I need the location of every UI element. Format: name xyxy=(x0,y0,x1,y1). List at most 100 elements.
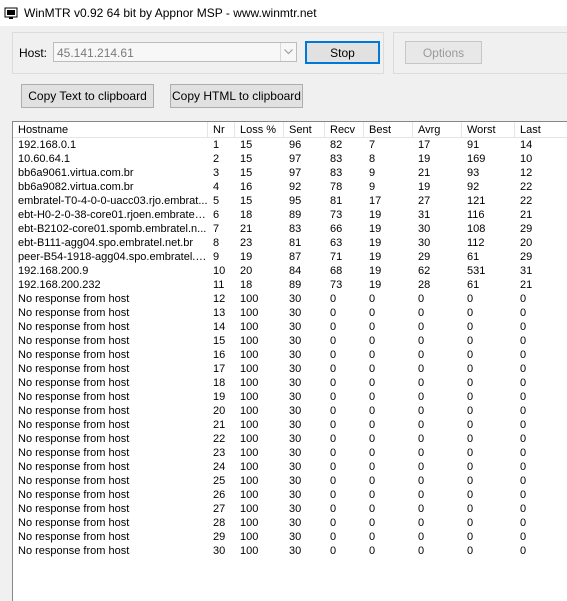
cell-worst: 61 xyxy=(467,279,480,291)
cell-sent: 30 xyxy=(289,419,302,431)
cell-best: 0 xyxy=(369,475,376,487)
table-row[interactable]: No response from host 19 100 30 0 0 0 0 0 xyxy=(13,390,567,404)
cell-hostname: No response from host xyxy=(18,349,130,361)
cell-nr: 25 xyxy=(213,475,226,487)
cell-sent: 30 xyxy=(289,405,302,417)
hops-list[interactable]: Hostname Nr Loss % Sent Recv Best Avrg W… xyxy=(12,121,567,601)
chevron-down-icon[interactable] xyxy=(280,43,296,61)
cell-last: 0 xyxy=(520,545,527,557)
cell-recv: 0 xyxy=(330,321,337,333)
host-combobox[interactable]: 45.141.214.61 xyxy=(53,42,297,62)
cell-hostname: bb6a9061.virtua.com.br xyxy=(18,167,134,179)
table-row[interactable]: peer-B54-1918-agg04.spo.embratel.n... 9 19… xyxy=(13,250,567,264)
table-row[interactable]: No response from host 27 100 30 0 0 0 0 0 xyxy=(13,502,567,516)
cell-nr: 15 xyxy=(213,335,226,347)
table-row[interactable]: No response from host 23 100 30 0 0 0 0 0 xyxy=(13,446,567,460)
table-row[interactable]: No response from host 18 100 30 0 0 0 0 0 xyxy=(13,376,567,390)
table-row[interactable]: No response from host 17 100 30 0 0 0 0 0 xyxy=(13,362,567,376)
table-row[interactable]: No response from host 21 100 30 0 0 0 0 0 xyxy=(13,418,567,432)
table-row[interactable]: 192.168.200.232 11 18 89 73 19 28 61 21 xyxy=(13,278,567,292)
table-row[interactable]: No response from host 28 100 30 0 0 0 0 0 xyxy=(13,516,567,530)
table-row[interactable]: 192.168.200.9 10 20 84 68 19 62 531 31 xyxy=(13,264,567,278)
table-row[interactable]: No response from host 26 100 30 0 0 0 0 0 xyxy=(13,488,567,502)
cell-nr: 18 xyxy=(213,377,226,389)
table-row[interactable]: No response from host 30 100 30 0 0 0 0 0 xyxy=(13,544,567,558)
column-header-sent[interactable]: Sent xyxy=(284,122,325,138)
table-row[interactable]: No response from host 12 100 30 0 0 0 0 0 xyxy=(13,292,567,306)
cell-loss: 100 xyxy=(240,419,259,431)
window-title: WinMTR v0.92 64 bit by Appnor MSP - www.… xyxy=(24,6,317,20)
cell-last: 21 xyxy=(520,279,533,291)
table-row[interactable]: No response from host 25 100 30 0 0 0 0 0 xyxy=(13,474,567,488)
cell-avrg: 0 xyxy=(418,433,425,445)
cell-sent: 30 xyxy=(289,447,302,459)
table-row[interactable]: ebt-H0-2-0-38-core01.rjoen.embratel.... 6… xyxy=(13,208,567,222)
table-row[interactable]: No response from host 22 100 30 0 0 0 0 0 xyxy=(13,432,567,446)
cell-best: 0 xyxy=(369,363,376,375)
cell-sent: 30 xyxy=(289,335,302,347)
table-row[interactable]: bb6a9082.virtua.com.br 4 16 92 78 9 19 92 22 xyxy=(13,180,567,194)
table-row[interactable]: No response from host 24 100 30 0 0 0 0 0 xyxy=(13,460,567,474)
options-button[interactable]: Options xyxy=(405,41,482,64)
cell-loss: 100 xyxy=(240,293,259,305)
cell-best: 8 xyxy=(369,153,376,165)
cell-best: 0 xyxy=(369,503,376,515)
table-row[interactable]: 10.60.64.1 2 15 97 83 8 19 169 10 xyxy=(13,152,567,166)
cell-loss: 15 xyxy=(240,195,253,207)
column-header-last[interactable]: Last xyxy=(515,122,567,138)
table-row[interactable]: No response from host 14 100 30 0 0 0 0 0 xyxy=(13,320,567,334)
cell-last: 0 xyxy=(520,321,527,333)
cell-recv: 83 xyxy=(330,167,343,179)
cell-last: 29 xyxy=(520,223,533,235)
table-row[interactable]: ebt-B2102-core01.spomb.embratel.n... 7 21 8… xyxy=(13,222,567,236)
cell-nr: 9 xyxy=(213,251,220,263)
cell-loss: 100 xyxy=(240,447,259,459)
column-header-recv[interactable]: Recv xyxy=(325,122,364,138)
cell-last: 0 xyxy=(520,475,527,487)
cell-loss: 18 xyxy=(240,279,253,291)
cell-worst: 0 xyxy=(467,293,474,305)
table-row[interactable]: ebt-B111-agg04.spo.embratel.net.br 8 23 81 6… xyxy=(13,236,567,250)
table-row[interactable]: bb6a9061.virtua.com.br 3 15 97 83 9 21 93 12 xyxy=(13,166,567,180)
cell-last: 0 xyxy=(520,419,527,431)
cell-last: 14 xyxy=(520,139,533,151)
column-header-worst[interactable]: Worst xyxy=(462,122,515,138)
table-row[interactable]: No response from host 15 100 30 0 0 0 0 0 xyxy=(13,334,567,348)
cell-worst: 0 xyxy=(467,461,474,473)
column-header-loss[interactable]: Loss % xyxy=(235,122,284,138)
column-header-best[interactable]: Best xyxy=(364,122,413,138)
cell-hostname: No response from host xyxy=(18,321,130,333)
cell-sent: 30 xyxy=(289,321,302,333)
cell-sent: 30 xyxy=(289,461,302,473)
cell-worst: 121 xyxy=(467,195,486,207)
table-row[interactable]: No response from host 16 100 30 0 0 0 0 0 xyxy=(13,348,567,362)
cell-recv: 63 xyxy=(330,237,343,249)
cell-last: 0 xyxy=(520,531,527,543)
cell-loss: 20 xyxy=(240,265,253,277)
cell-nr: 26 xyxy=(213,489,226,501)
cell-worst: 0 xyxy=(467,433,474,445)
cell-nr: 11 xyxy=(213,279,225,291)
column-header-hostname[interactable]: Hostname xyxy=(13,122,208,138)
table-row[interactable]: No response from host 29 100 30 0 0 0 0 0 xyxy=(13,530,567,544)
stop-button[interactable]: Stop xyxy=(305,41,380,64)
copy-html-button[interactable]: Copy HTML to clipboard xyxy=(170,84,303,108)
cell-recv: 0 xyxy=(330,349,337,361)
cell-best: 0 xyxy=(369,405,376,417)
cell-recv: 0 xyxy=(330,461,337,473)
column-header-avrg[interactable]: Avrg xyxy=(413,122,462,138)
cell-loss: 16 xyxy=(240,181,253,193)
cell-sent: 30 xyxy=(289,433,302,445)
cell-hostname: No response from host xyxy=(18,489,130,501)
column-header-nr[interactable]: Nr xyxy=(208,122,235,138)
table-row[interactable]: No response from host 20 100 30 0 0 0 0 0 xyxy=(13,404,567,418)
cell-hostname: embratel-T0-4-0-0-uacc03.rjo.embrat... xyxy=(18,195,208,207)
table-row[interactable]: 192.168.0.1 1 15 96 82 7 17 91 14 xyxy=(13,138,567,152)
cell-best: 0 xyxy=(369,349,376,361)
table-row[interactable]: embratel-T0-4-0-0-uacc03.rjo.embrat... 5 1… xyxy=(13,194,567,208)
table-row[interactable]: No response from host 13 100 30 0 0 0 0 0 xyxy=(13,306,567,320)
cell-sent: 81 xyxy=(289,237,302,249)
cell-recv: 66 xyxy=(330,223,343,235)
cell-best: 19 xyxy=(369,237,382,249)
copy-text-button[interactable]: Copy Text to clipboard xyxy=(21,84,154,108)
